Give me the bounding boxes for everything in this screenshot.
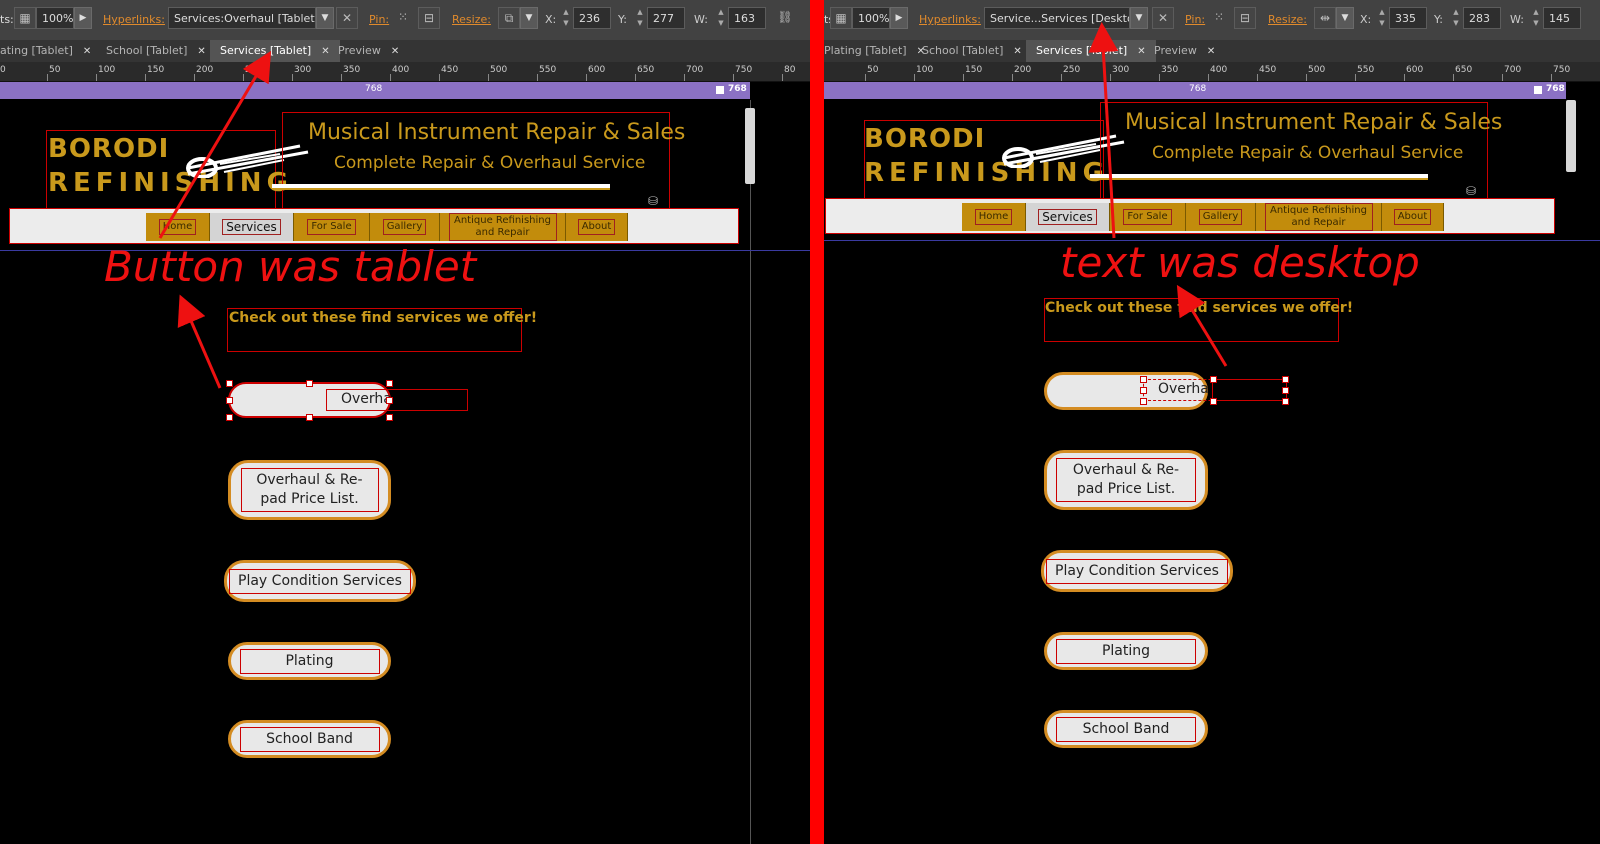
right-screenshot-pane: ts: ▦ 100% ▶ Hyperlinks: Service...Servi… xyxy=(824,0,1600,844)
arrow-to-annotation xyxy=(1176,284,1228,367)
arrow-to-annotation xyxy=(177,294,222,389)
annotation-arrows xyxy=(1088,22,1228,367)
annotation-arrows xyxy=(158,50,272,389)
left-screenshot-pane: ts: ▦ 100% ▶ Hyperlinks: Services:Overha… xyxy=(0,0,810,844)
red-divider xyxy=(810,0,824,844)
arrow-to-hyperlink xyxy=(1088,22,1119,239)
arrow-to-hyperlink xyxy=(158,50,272,239)
